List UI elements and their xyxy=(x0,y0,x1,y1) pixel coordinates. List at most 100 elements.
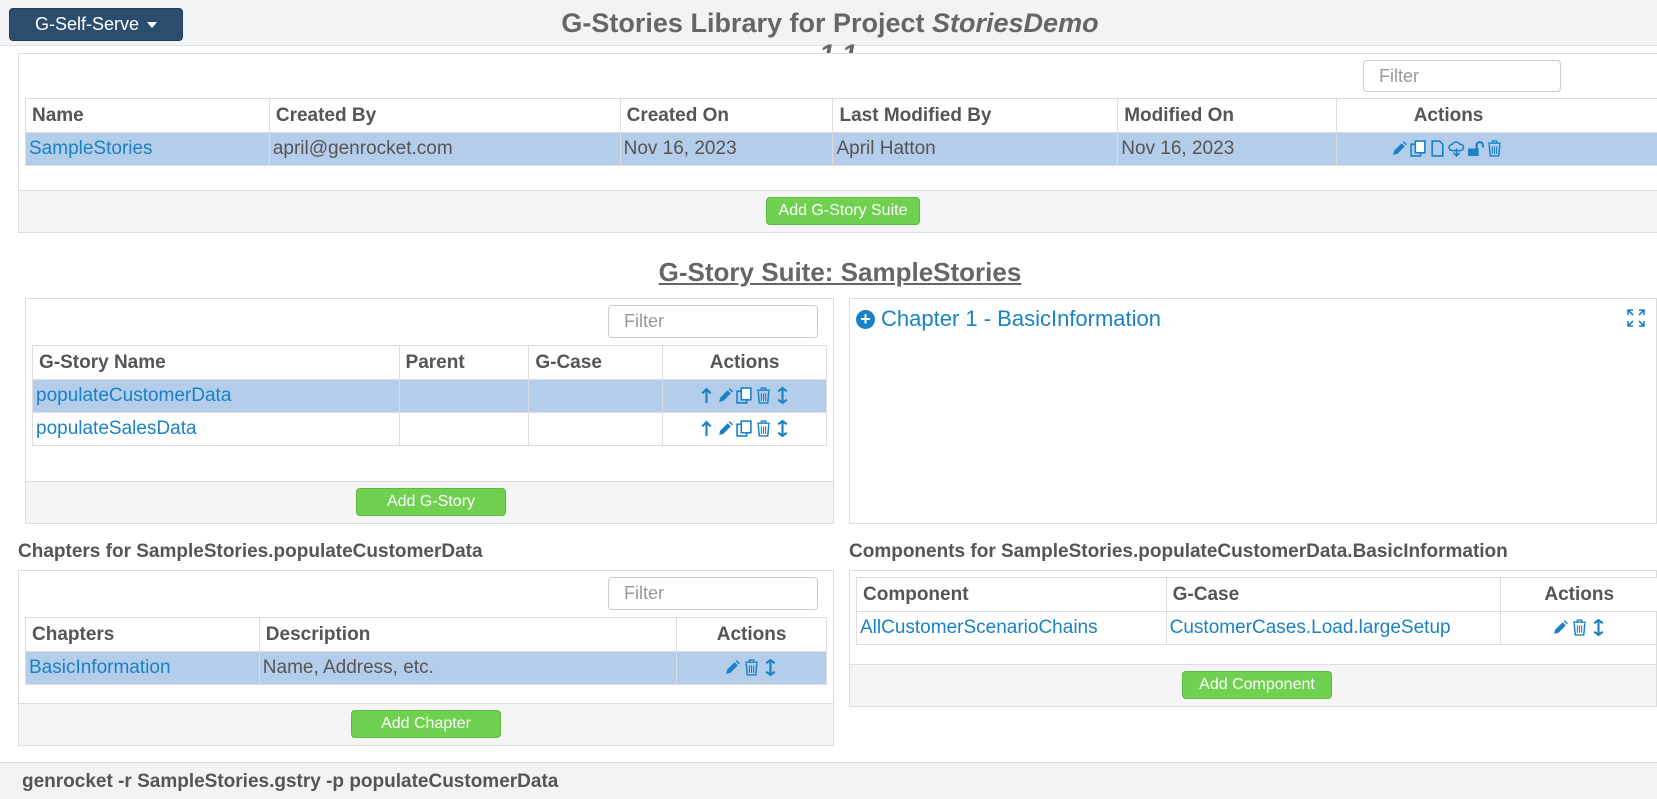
chapter-actions xyxy=(676,651,827,685)
suite-created-on: Nov 16, 2023 xyxy=(619,132,834,166)
col-header-description[interactable]: Description xyxy=(258,617,678,652)
add-g-story-button[interactable]: Add G-Story xyxy=(356,488,506,516)
trash-icon[interactable] xyxy=(743,658,760,677)
table-row[interactable]: AllCustomerScenarioChains CustomerCases.… xyxy=(856,611,1657,645)
trash-icon[interactable] xyxy=(755,419,772,438)
plus-circle-icon[interactable]: + xyxy=(856,309,875,329)
suites-table: Name Created By Created On Last Modified… xyxy=(25,98,1657,166)
component-actions xyxy=(1500,611,1657,645)
move-vertical-icon[interactable] xyxy=(1590,618,1607,637)
self-serve-menu-label: G-Self-Serve xyxy=(34,14,140,34)
table-row[interactable]: populateCustomerData xyxy=(32,379,827,413)
components-panel: Component G-Case Actions AllCustomerScen… xyxy=(849,570,1657,707)
story-g-case xyxy=(528,412,664,446)
self-serve-menu-button[interactable]: G-Self-Serve xyxy=(9,8,183,41)
chapters-panel: Chapters Description Actions BasicInform… xyxy=(18,570,834,746)
edit-icon[interactable] xyxy=(1552,618,1569,637)
suites-filter-input[interactable] xyxy=(1363,60,1561,92)
edit-icon[interactable] xyxy=(724,658,741,677)
chapter-description: Name, Address, etc. xyxy=(258,651,678,685)
table-row[interactable]: populateSalesData xyxy=(32,412,827,446)
col-header-created-by[interactable]: Created By xyxy=(268,98,621,133)
trash-icon[interactable] xyxy=(755,386,772,405)
suite-actions xyxy=(1336,132,1657,166)
page-title-prefix: G-Stories Library for Project xyxy=(561,8,933,38)
stories-panel-footer: Add G-Story xyxy=(26,481,833,523)
components-header-row: Component G-Case Actions xyxy=(856,577,1657,612)
col-header-component[interactable]: Component xyxy=(856,577,1167,612)
components-panel-footer: Add Component xyxy=(850,664,1656,706)
caret-down-icon xyxy=(147,21,158,28)
component-name-link[interactable]: AllCustomerScenarioChains xyxy=(860,617,1098,638)
col-header-name[interactable]: Name xyxy=(25,98,270,133)
col-header-actions: Actions xyxy=(676,617,827,652)
stories-table: G-Story Name Parent G-Case Actions popul… xyxy=(32,345,827,446)
col-header-modified-on[interactable]: Modified On xyxy=(1117,98,1338,133)
edit-icon[interactable] xyxy=(717,386,734,405)
edit-icon[interactable] xyxy=(1391,139,1408,158)
stories-header-row: G-Story Name Parent G-Case Actions xyxy=(32,345,827,380)
suite-detail-title: G-Story Suite: SampleStories xyxy=(658,257,1022,287)
col-header-chapters[interactable]: Chapters xyxy=(25,617,260,652)
unlock-icon[interactable] xyxy=(1467,139,1485,158)
col-header-actions: Actions xyxy=(662,345,827,380)
move-vertical-icon[interactable] xyxy=(774,386,791,405)
suite-created-by: april@genrocket.com xyxy=(268,132,621,166)
chapters-filter-input[interactable] xyxy=(608,577,818,610)
copy-icon[interactable] xyxy=(736,386,753,405)
move-vertical-icon[interactable] xyxy=(762,658,779,677)
move-vertical-icon[interactable] xyxy=(774,419,791,438)
copy-icon[interactable] xyxy=(1410,139,1427,158)
suite-modified-on: Nov 16, 2023 xyxy=(1117,132,1338,166)
chapters-table: Chapters Description Actions BasicInform… xyxy=(25,617,827,685)
add-component-button[interactable]: Add Component xyxy=(1182,671,1332,699)
arrow-up-icon[interactable] xyxy=(698,419,715,438)
suites-panel: Name Created By Created On Last Modified… xyxy=(18,53,1657,233)
chapter-name-link[interactable]: BasicInformation xyxy=(29,657,171,678)
chapters-section-title: Chapters for SampleStories.populateCusto… xyxy=(18,541,483,562)
stories-filter-input[interactable] xyxy=(608,305,818,338)
add-chapter-button[interactable]: Add Chapter xyxy=(351,710,501,738)
suites-header-row: Name Created By Created On Last Modified… xyxy=(25,98,1657,133)
col-header-g-case[interactable]: G-Case xyxy=(1165,577,1502,612)
story-name-link[interactable]: populateCustomerData xyxy=(36,385,231,406)
trash-icon[interactable] xyxy=(1571,618,1588,637)
story-g-case xyxy=(528,379,664,413)
chapters-header-row: Chapters Description Actions xyxy=(25,617,827,652)
command-bar: genrocket -r SampleStories.gstry -p popu… xyxy=(0,762,1657,799)
col-header-actions: Actions xyxy=(1500,577,1657,612)
edit-icon[interactable] xyxy=(717,419,734,438)
copy-icon[interactable] xyxy=(736,419,753,438)
components-section-title: Components for SampleStories.populateCus… xyxy=(849,541,1508,562)
story-parent xyxy=(398,412,530,446)
components-table: Component G-Case Actions AllCustomerScen… xyxy=(856,577,1657,645)
file-icon[interactable] xyxy=(1429,139,1446,158)
col-header-actions: Actions xyxy=(1336,98,1657,133)
chapters-panel-footer: Add Chapter xyxy=(19,703,833,745)
arrow-up-icon[interactable] xyxy=(698,386,715,405)
suites-panel-footer: Add G-Story Suite xyxy=(19,190,1657,232)
top-bar: G-Self-Serve G-Stories Library for Proje… xyxy=(0,0,1657,69)
chapter-heading-label[interactable]: Chapter 1 - BasicInformation xyxy=(881,306,1161,332)
add-g-story-suite-button[interactable]: Add G-Story Suite xyxy=(766,197,920,225)
chapter-heading[interactable]: + Chapter 1 - BasicInformation xyxy=(856,306,1161,332)
command-line-text: genrocket -r SampleStories.gstry -p popu… xyxy=(22,771,559,792)
col-header-parent[interactable]: Parent xyxy=(398,345,530,380)
cloud-download-icon[interactable] xyxy=(1448,139,1465,158)
col-header-g-case[interactable]: G-Case xyxy=(528,345,664,380)
trash-icon[interactable] xyxy=(1486,139,1503,158)
expand-icon[interactable] xyxy=(1626,308,1646,328)
story-actions xyxy=(662,412,827,446)
component-g-case-link[interactable]: CustomerCases.Load.largeSetup xyxy=(1170,617,1451,638)
story-parent xyxy=(398,379,530,413)
story-name-link[interactable]: populateSalesData xyxy=(36,418,197,439)
suite-modified-by: April Hatton xyxy=(832,132,1119,166)
story-actions xyxy=(662,379,827,413)
table-row[interactable]: SampleStories april@genrocket.com Nov 16… xyxy=(25,132,1657,166)
col-header-g-story-name[interactable]: G-Story Name xyxy=(32,345,400,380)
col-header-last-modified-by[interactable]: Last Modified By xyxy=(832,98,1119,133)
table-row[interactable]: BasicInformation Name, Address, etc. xyxy=(25,651,827,685)
suite-name-link[interactable]: SampleStories xyxy=(29,138,153,159)
stories-panel: G-Story Name Parent G-Case Actions popul… xyxy=(25,298,834,524)
col-header-created-on[interactable]: Created On xyxy=(619,98,834,133)
